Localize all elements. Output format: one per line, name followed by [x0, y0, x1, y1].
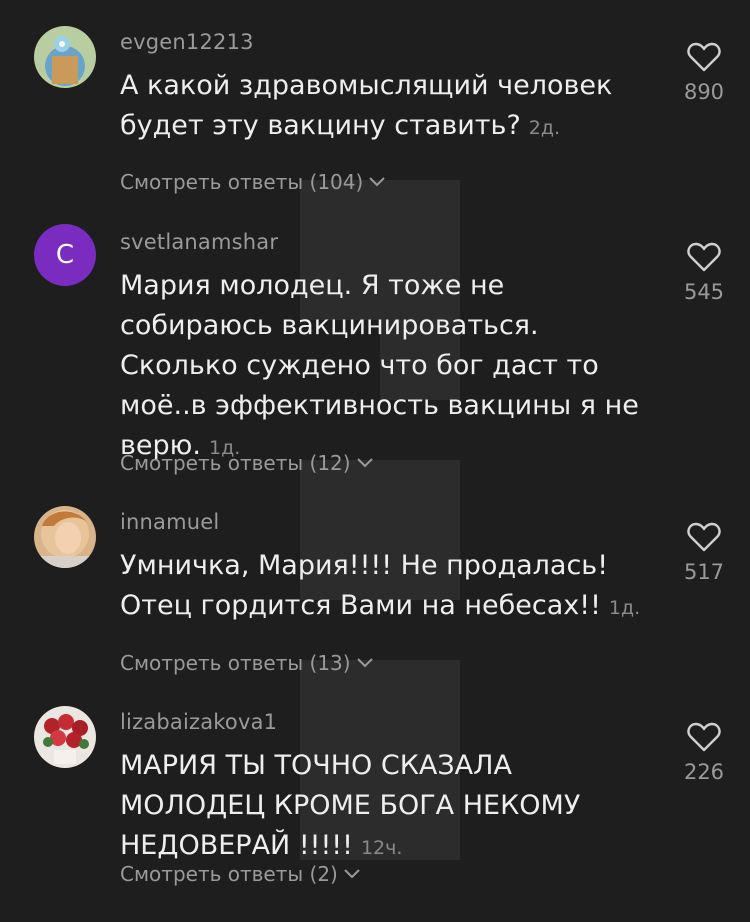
avatar-letter: C — [55, 240, 75, 270]
username[interactable]: innamuel — [120, 510, 219, 534]
view-replies-label: Смотреть ответы (2) — [120, 862, 338, 886]
view-replies-button[interactable]: Смотреть ответы (13) — [120, 651, 373, 675]
comment-text: Умничка, Мария!!!! Не продалась! Отец го… — [120, 546, 660, 628]
view-replies-label: Смотреть ответы (12) — [120, 451, 351, 475]
chevron-down-icon — [356, 658, 373, 668]
comment-body: Мария молодец. Я тоже не собираюсь вакци… — [120, 270, 639, 461]
like-button[interactable]: 545 — [666, 242, 742, 304]
chevron-down-icon — [356, 458, 373, 468]
comment-text: Мария молодец. Я тоже не собираюсь вакци… — [120, 266, 660, 468]
view-replies-label: Смотреть ответы (104) — [120, 170, 364, 194]
chevron-down-icon — [369, 177, 386, 187]
timestamp: 2д. — [528, 117, 561, 139]
heart-outline-icon — [687, 42, 721, 72]
heart-outline-icon — [687, 522, 721, 552]
avatar[interactable] — [34, 26, 96, 88]
like-count: 226 — [683, 760, 725, 784]
comment-text: МАРИЯ ТЫ ТОЧНО СКАЗАЛА МОЛОДЕЦ КРОМЕ БОГ… — [120, 746, 590, 868]
timestamp: 1д. — [608, 597, 641, 619]
avatar[interactable] — [34, 506, 96, 568]
chevron-down-icon — [344, 869, 360, 879]
view-replies-button[interactable]: Смотреть ответы (2) — [120, 862, 360, 886]
comments-panel: evgen12213 А какой здравомыслящий челове… — [0, 0, 750, 922]
avatar[interactable] — [34, 706, 96, 768]
heart-outline-icon — [687, 722, 721, 752]
view-replies-label: Смотреть ответы (13) — [120, 651, 351, 675]
comment-body: МАРИЯ ТЫ ТОЧНО СКАЗАЛА МОЛОДЕЦ КРОМЕ БОГ… — [120, 750, 581, 861]
comment-body: Умничка, Мария!!!! Не продалась! Отец го… — [120, 550, 609, 621]
avatar[interactable]: C — [34, 224, 96, 286]
view-replies-button[interactable]: Смотреть ответы (12) — [120, 451, 373, 475]
view-replies-button[interactable]: Смотреть ответы (104) — [120, 170, 386, 194]
like-button[interactable]: 890 — [666, 42, 742, 104]
timestamp: 12ч. — [360, 837, 403, 859]
like-count: 890 — [683, 80, 725, 104]
like-count: 517 — [683, 560, 725, 584]
comment-text: А какой здравомыслящий человек будет эту… — [120, 66, 660, 148]
like-count: 545 — [683, 280, 725, 304]
username[interactable]: evgen12213 — [120, 30, 254, 54]
username[interactable]: lizabaizakova1 — [120, 710, 277, 734]
heart-outline-icon — [687, 242, 721, 272]
like-button[interactable]: 226 — [666, 722, 742, 784]
like-button[interactable]: 517 — [666, 522, 742, 584]
username[interactable]: svetlanamshar — [120, 230, 278, 254]
